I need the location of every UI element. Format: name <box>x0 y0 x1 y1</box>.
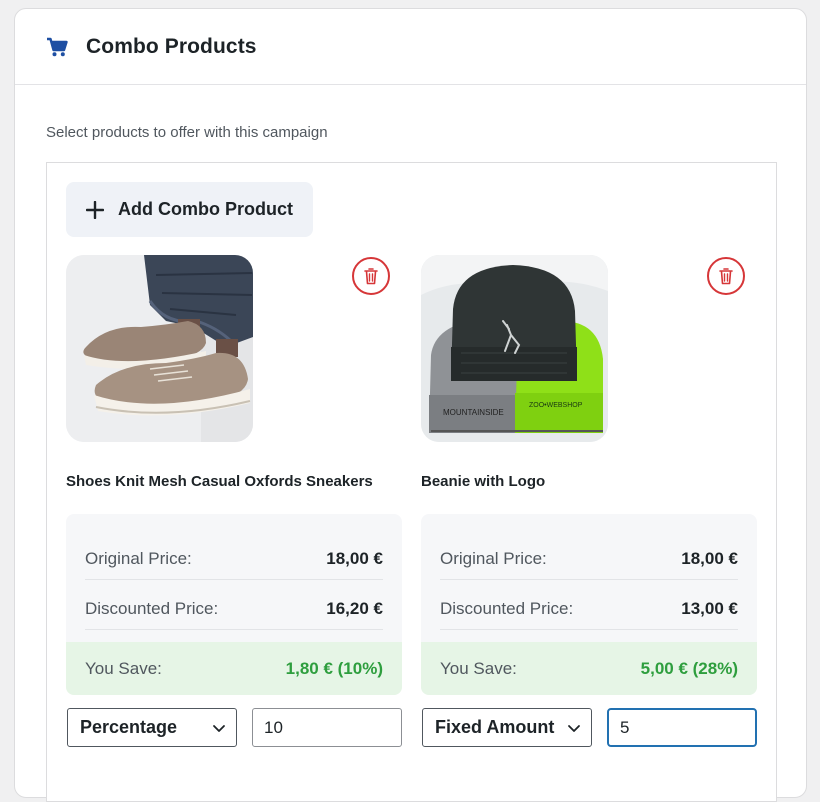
price-summary: Original Price: 18,00 € Discounted Price… <box>66 514 402 695</box>
savings-label: You Save: <box>85 658 162 678</box>
product-name: Shoes Knit Mesh Casual Oxfords Sneakers <box>66 473 373 490</box>
combo-products-panel: Add Combo Product Shoes Knit Mesh Casual… <box>46 162 777 802</box>
discounted-price-label: Discounted Price: <box>85 598 219 618</box>
product-name: Beanie with Logo <box>421 473 546 490</box>
delete-product-button[interactable] <box>707 257 745 295</box>
savings-row: You Save: 5,00 € (28%) <box>421 642 757 695</box>
discount-controls: Percentage <box>66 708 402 748</box>
discount-type-select[interactable]: Percentage <box>67 708 237 747</box>
trash-icon <box>719 267 733 285</box>
add-combo-product-label: Add Combo Product <box>118 199 293 219</box>
savings-label: You Save: <box>440 658 517 678</box>
discounted-price-row: Discounted Price: 16,20 € <box>85 588 383 630</box>
add-combo-product-button[interactable]: Add Combo Product <box>66 182 313 237</box>
sneakers-product-image <box>66 255 253 442</box>
original-price-label: Original Price: <box>85 548 192 568</box>
savings-row: You Save: 1,80 € (10%) <box>66 642 402 695</box>
price-summary: Original Price: 18,00 € Discounted Price… <box>421 514 757 695</box>
discount-value-input[interactable] <box>607 708 757 747</box>
discount-type-value: Fixed Amount <box>435 717 555 737</box>
discounted-price-value: 13,00 € <box>681 598 738 618</box>
original-price-label: Original Price: <box>440 548 547 568</box>
delete-product-button[interactable] <box>352 257 390 295</box>
svg-text:ZOO•WEBSHOP: ZOO•WEBSHOP <box>529 402 583 409</box>
discount-type-select[interactable]: Fixed Amount <box>422 708 592 747</box>
combo-products-card: Combo Products Select products to offer … <box>14 8 807 802</box>
discount-value-input[interactable] <box>252 708 402 747</box>
card-header: Combo Products <box>15 9 806 85</box>
combo-product-item: Shoes Knit Mesh Casual Oxfords Sneakers … <box>66 255 402 747</box>
discounted-price-value: 16,20 € <box>326 598 383 618</box>
beanie-product-image: MOUNTAINSIDE ZOO•WEBSHOP <box>421 255 608 442</box>
original-price-row: Original Price: 18,00 € <box>440 538 738 580</box>
trash-icon <box>364 267 378 285</box>
discounted-price-label: Discounted Price: <box>440 598 574 618</box>
original-price-row: Original Price: 18,00 € <box>85 538 383 580</box>
discount-controls: Fixed Amount <box>421 708 757 748</box>
chevron-down-icon <box>567 721 581 735</box>
cart-icon <box>46 37 68 57</box>
plus-icon <box>86 200 104 219</box>
original-price-value: 18,00 € <box>326 548 383 568</box>
original-price-value: 18,00 € <box>681 548 738 568</box>
discounted-price-row: Discounted Price: 13,00 € <box>440 588 738 630</box>
section-description: Select products to offer with this campa… <box>46 124 328 141</box>
chevron-down-icon <box>212 721 226 735</box>
discount-type-value: Percentage <box>80 717 178 737</box>
savings-value: 1,80 € (10%) <box>285 658 383 678</box>
savings-value: 5,00 € (28%) <box>640 658 738 678</box>
svg-text:MOUNTAINSIDE: MOUNTAINSIDE <box>443 408 504 417</box>
combo-product-item: MOUNTAINSIDE ZOO•WEBSHOP Beanie with Log… <box>421 255 757 747</box>
card-title: Combo Products <box>86 34 257 58</box>
